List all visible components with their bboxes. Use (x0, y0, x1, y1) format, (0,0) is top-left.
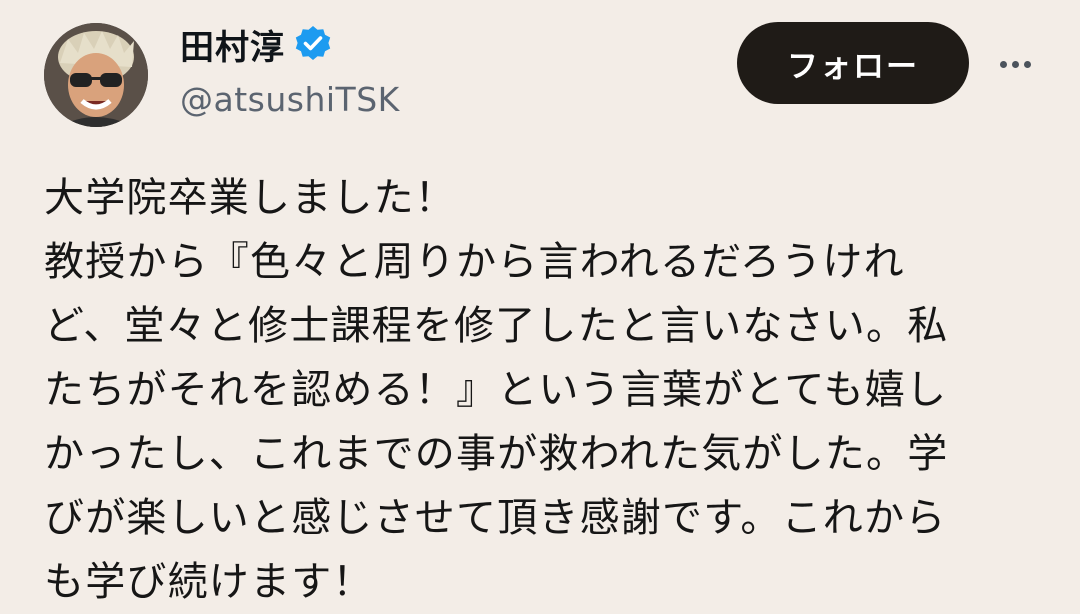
tweet-text-line: 教授から『色々と周りから言われるだろうけれ (44, 239, 905, 285)
tweet-text-line: も学び続けます！ (44, 559, 374, 605)
tweet-text-line: かったし、これまでの事が救われた気がした。学 (44, 431, 949, 477)
verified-badge-icon (293, 24, 333, 64)
author-display-name[interactable]: 田村淳 (180, 20, 285, 69)
more-dot (1011, 60, 1019, 68)
more-dot (999, 60, 1007, 68)
author-name-row: 田村淳 (180, 20, 333, 69)
tweet-text-line: びが楽しいと感じさせて頂き感謝です。これから (44, 495, 947, 541)
tweet-text-line: ど、堂々と修士課程を修了したと言いなさい。私 (44, 303, 949, 349)
tweet-text-line: たちがそれを認める！』という言葉がとても嬉し (44, 367, 948, 413)
more-horizontal-icon[interactable] (990, 44, 1040, 84)
more-dot (1023, 60, 1031, 68)
author-handle[interactable]: @atsushiTSK (180, 80, 400, 119)
follow-button[interactable]: フォロー (737, 22, 969, 104)
avatar[interactable] (44, 23, 148, 127)
tweet-text-line: 大学院卒業しました！ (44, 175, 456, 221)
tweet-text: 大学院卒業しました！ 教授から『色々と周りから言われるだろうけれ ど、堂々と修士… (44, 166, 1034, 614)
tweet-header: 田村淳 @atsushiTSK フォロー (0, 0, 1080, 140)
avatar-image (44, 23, 148, 127)
